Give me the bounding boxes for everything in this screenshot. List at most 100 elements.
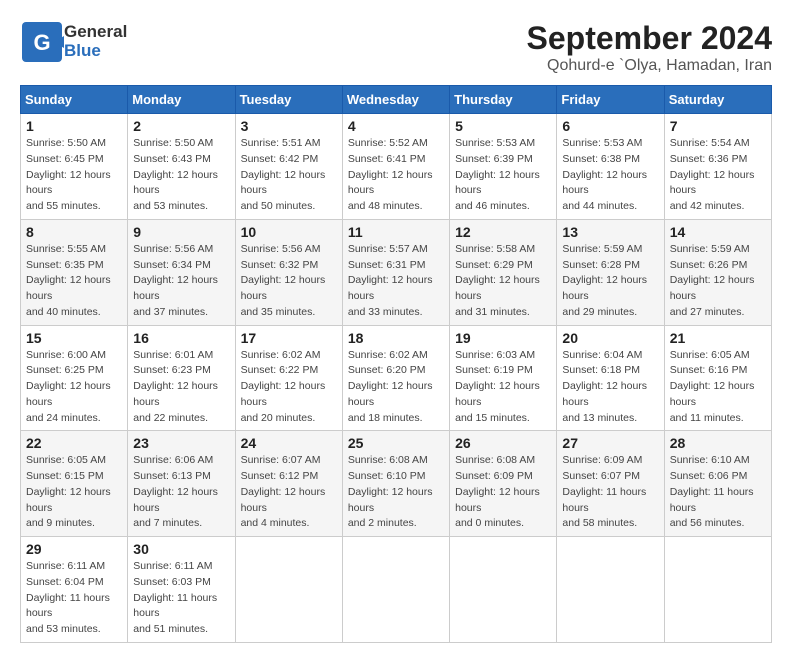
weekday-wednesday: Wednesday: [342, 86, 449, 114]
day-cell: 12 Sunrise: 5:58 AMSunset: 6:29 PMDaylig…: [450, 219, 557, 325]
day-number: 16: [133, 330, 229, 346]
day-cell: 10 Sunrise: 5:56 AMSunset: 6:32 PMDaylig…: [235, 219, 342, 325]
day-number: 15: [26, 330, 122, 346]
week-row-4: 22 Sunrise: 6:05 AMSunset: 6:15 PMDaylig…: [21, 431, 772, 537]
day-cell: 18 Sunrise: 6:02 AMSunset: 6:20 PMDaylig…: [342, 325, 449, 431]
location: Qohurd-e `Olya, Hamadan, Iran: [527, 57, 772, 75]
day-cell: 5 Sunrise: 5:53 AMSunset: 6:39 PMDayligh…: [450, 114, 557, 220]
day-info: Sunrise: 6:04 AMSunset: 6:18 PMDaylight:…: [562, 348, 658, 427]
day-number: 27: [562, 435, 658, 451]
day-number: 29: [26, 541, 122, 557]
day-info: Sunrise: 6:06 AMSunset: 6:13 PMDaylight:…: [133, 453, 229, 532]
day-number: 25: [348, 435, 444, 451]
day-cell: 28 Sunrise: 6:10 AMSunset: 6:06 PMDaylig…: [664, 431, 771, 537]
weekday-thursday: Thursday: [450, 86, 557, 114]
day-cell: 22 Sunrise: 6:05 AMSunset: 6:15 PMDaylig…: [21, 431, 128, 537]
day-cell: 16 Sunrise: 6:01 AMSunset: 6:23 PMDaylig…: [128, 325, 235, 431]
day-cell: 4 Sunrise: 5:52 AMSunset: 6:41 PMDayligh…: [342, 114, 449, 220]
day-number: 22: [26, 435, 122, 451]
day-number: 20: [562, 330, 658, 346]
day-cell: 30 Sunrise: 6:11 AMSunset: 6:03 PMDaylig…: [128, 537, 235, 643]
day-info: Sunrise: 5:50 AMSunset: 6:43 PMDaylight:…: [133, 136, 229, 215]
day-info: Sunrise: 6:03 AMSunset: 6:19 PMDaylight:…: [455, 348, 551, 427]
day-info: Sunrise: 5:53 AMSunset: 6:38 PMDaylight:…: [562, 136, 658, 215]
day-cell: 1 Sunrise: 5:50 AMSunset: 6:45 PMDayligh…: [21, 114, 128, 220]
day-info: Sunrise: 6:01 AMSunset: 6:23 PMDaylight:…: [133, 348, 229, 427]
weekday-monday: Monday: [128, 86, 235, 114]
day-number: 17: [241, 330, 337, 346]
day-cell: 9 Sunrise: 5:56 AMSunset: 6:34 PMDayligh…: [128, 219, 235, 325]
day-number: 23: [133, 435, 229, 451]
day-number: 2: [133, 118, 229, 134]
day-cell: 17 Sunrise: 6:02 AMSunset: 6:22 PMDaylig…: [235, 325, 342, 431]
weekday-header-row: SundayMondayTuesdayWednesdayThursdayFrid…: [21, 86, 772, 114]
day-cell: 2 Sunrise: 5:50 AMSunset: 6:43 PMDayligh…: [128, 114, 235, 220]
day-cell: 25 Sunrise: 6:08 AMSunset: 6:10 PMDaylig…: [342, 431, 449, 537]
day-number: 14: [670, 224, 766, 240]
day-cell: [342, 537, 449, 643]
day-info: Sunrise: 6:07 AMSunset: 6:12 PMDaylight:…: [241, 453, 337, 532]
day-cell: 14 Sunrise: 5:59 AMSunset: 6:26 PMDaylig…: [664, 219, 771, 325]
day-cell: 29 Sunrise: 6:11 AMSunset: 6:04 PMDaylig…: [21, 537, 128, 643]
day-number: 21: [670, 330, 766, 346]
day-cell: 24 Sunrise: 6:07 AMSunset: 6:12 PMDaylig…: [235, 431, 342, 537]
weekday-tuesday: Tuesday: [235, 86, 342, 114]
day-cell: 26 Sunrise: 6:08 AMSunset: 6:09 PMDaylig…: [450, 431, 557, 537]
day-cell: 15 Sunrise: 6:00 AMSunset: 6:25 PMDaylig…: [21, 325, 128, 431]
day-info: Sunrise: 6:08 AMSunset: 6:10 PMDaylight:…: [348, 453, 444, 532]
day-number: 18: [348, 330, 444, 346]
day-info: Sunrise: 5:54 AMSunset: 6:36 PMDaylight:…: [670, 136, 766, 215]
title-block: September 2024 Qohurd-e `Olya, Hamadan, …: [527, 20, 772, 75]
day-info: Sunrise: 5:53 AMSunset: 6:39 PMDaylight:…: [455, 136, 551, 215]
day-info: Sunrise: 5:57 AMSunset: 6:31 PMDaylight:…: [348, 242, 444, 321]
day-cell: 13 Sunrise: 5:59 AMSunset: 6:28 PMDaylig…: [557, 219, 664, 325]
day-info: Sunrise: 5:59 AMSunset: 6:26 PMDaylight:…: [670, 242, 766, 321]
day-cell: [450, 537, 557, 643]
day-number: 10: [241, 224, 337, 240]
day-number: 19: [455, 330, 551, 346]
day-info: Sunrise: 6:02 AMSunset: 6:20 PMDaylight:…: [348, 348, 444, 427]
day-cell: 6 Sunrise: 5:53 AMSunset: 6:38 PMDayligh…: [557, 114, 664, 220]
day-number: 28: [670, 435, 766, 451]
week-row-3: 15 Sunrise: 6:00 AMSunset: 6:25 PMDaylig…: [21, 325, 772, 431]
day-cell: 27 Sunrise: 6:09 AMSunset: 6:07 PMDaylig…: [557, 431, 664, 537]
day-cell: 23 Sunrise: 6:06 AMSunset: 6:13 PMDaylig…: [128, 431, 235, 537]
day-cell: 8 Sunrise: 5:55 AMSunset: 6:35 PMDayligh…: [21, 219, 128, 325]
day-info: Sunrise: 5:55 AMSunset: 6:35 PMDaylight:…: [26, 242, 122, 321]
day-info: Sunrise: 5:52 AMSunset: 6:41 PMDaylight:…: [348, 136, 444, 215]
day-number: 3: [241, 118, 337, 134]
logo-icon: G: [20, 20, 64, 64]
day-info: Sunrise: 5:58 AMSunset: 6:29 PMDaylight:…: [455, 242, 551, 321]
day-info: Sunrise: 5:56 AMSunset: 6:32 PMDaylight:…: [241, 242, 337, 321]
day-number: 4: [348, 118, 444, 134]
day-cell: 20 Sunrise: 6:04 AMSunset: 6:18 PMDaylig…: [557, 325, 664, 431]
day-info: Sunrise: 5:50 AMSunset: 6:45 PMDaylight:…: [26, 136, 122, 215]
week-row-2: 8 Sunrise: 5:55 AMSunset: 6:35 PMDayligh…: [21, 219, 772, 325]
day-number: 6: [562, 118, 658, 134]
day-info: Sunrise: 6:00 AMSunset: 6:25 PMDaylight:…: [26, 348, 122, 427]
day-number: 7: [670, 118, 766, 134]
day-info: Sunrise: 6:11 AMSunset: 6:03 PMDaylight:…: [133, 559, 229, 638]
day-number: 8: [26, 224, 122, 240]
day-info: Sunrise: 6:08 AMSunset: 6:09 PMDaylight:…: [455, 453, 551, 532]
day-number: 13: [562, 224, 658, 240]
day-cell: [235, 537, 342, 643]
day-number: 1: [26, 118, 122, 134]
day-info: Sunrise: 6:05 AMSunset: 6:15 PMDaylight:…: [26, 453, 122, 532]
weekday-friday: Friday: [557, 86, 664, 114]
logo: G General Blue: [20, 20, 127, 64]
day-number: 9: [133, 224, 229, 240]
day-info: Sunrise: 5:51 AMSunset: 6:42 PMDaylight:…: [241, 136, 337, 215]
day-info: Sunrise: 6:10 AMSunset: 6:06 PMDaylight:…: [670, 453, 766, 532]
svg-text:G: G: [33, 30, 50, 55]
day-info: Sunrise: 5:59 AMSunset: 6:28 PMDaylight:…: [562, 242, 658, 321]
week-row-1: 1 Sunrise: 5:50 AMSunset: 6:45 PMDayligh…: [21, 114, 772, 220]
calendar-body: 1 Sunrise: 5:50 AMSunset: 6:45 PMDayligh…: [21, 114, 772, 643]
day-number: 12: [455, 224, 551, 240]
day-number: 30: [133, 541, 229, 557]
logo-text: General Blue: [64, 23, 127, 60]
day-cell: [664, 537, 771, 643]
day-info: Sunrise: 6:11 AMSunset: 6:04 PMDaylight:…: [26, 559, 122, 638]
weekday-sunday: Sunday: [21, 86, 128, 114]
day-info: Sunrise: 6:02 AMSunset: 6:22 PMDaylight:…: [241, 348, 337, 427]
